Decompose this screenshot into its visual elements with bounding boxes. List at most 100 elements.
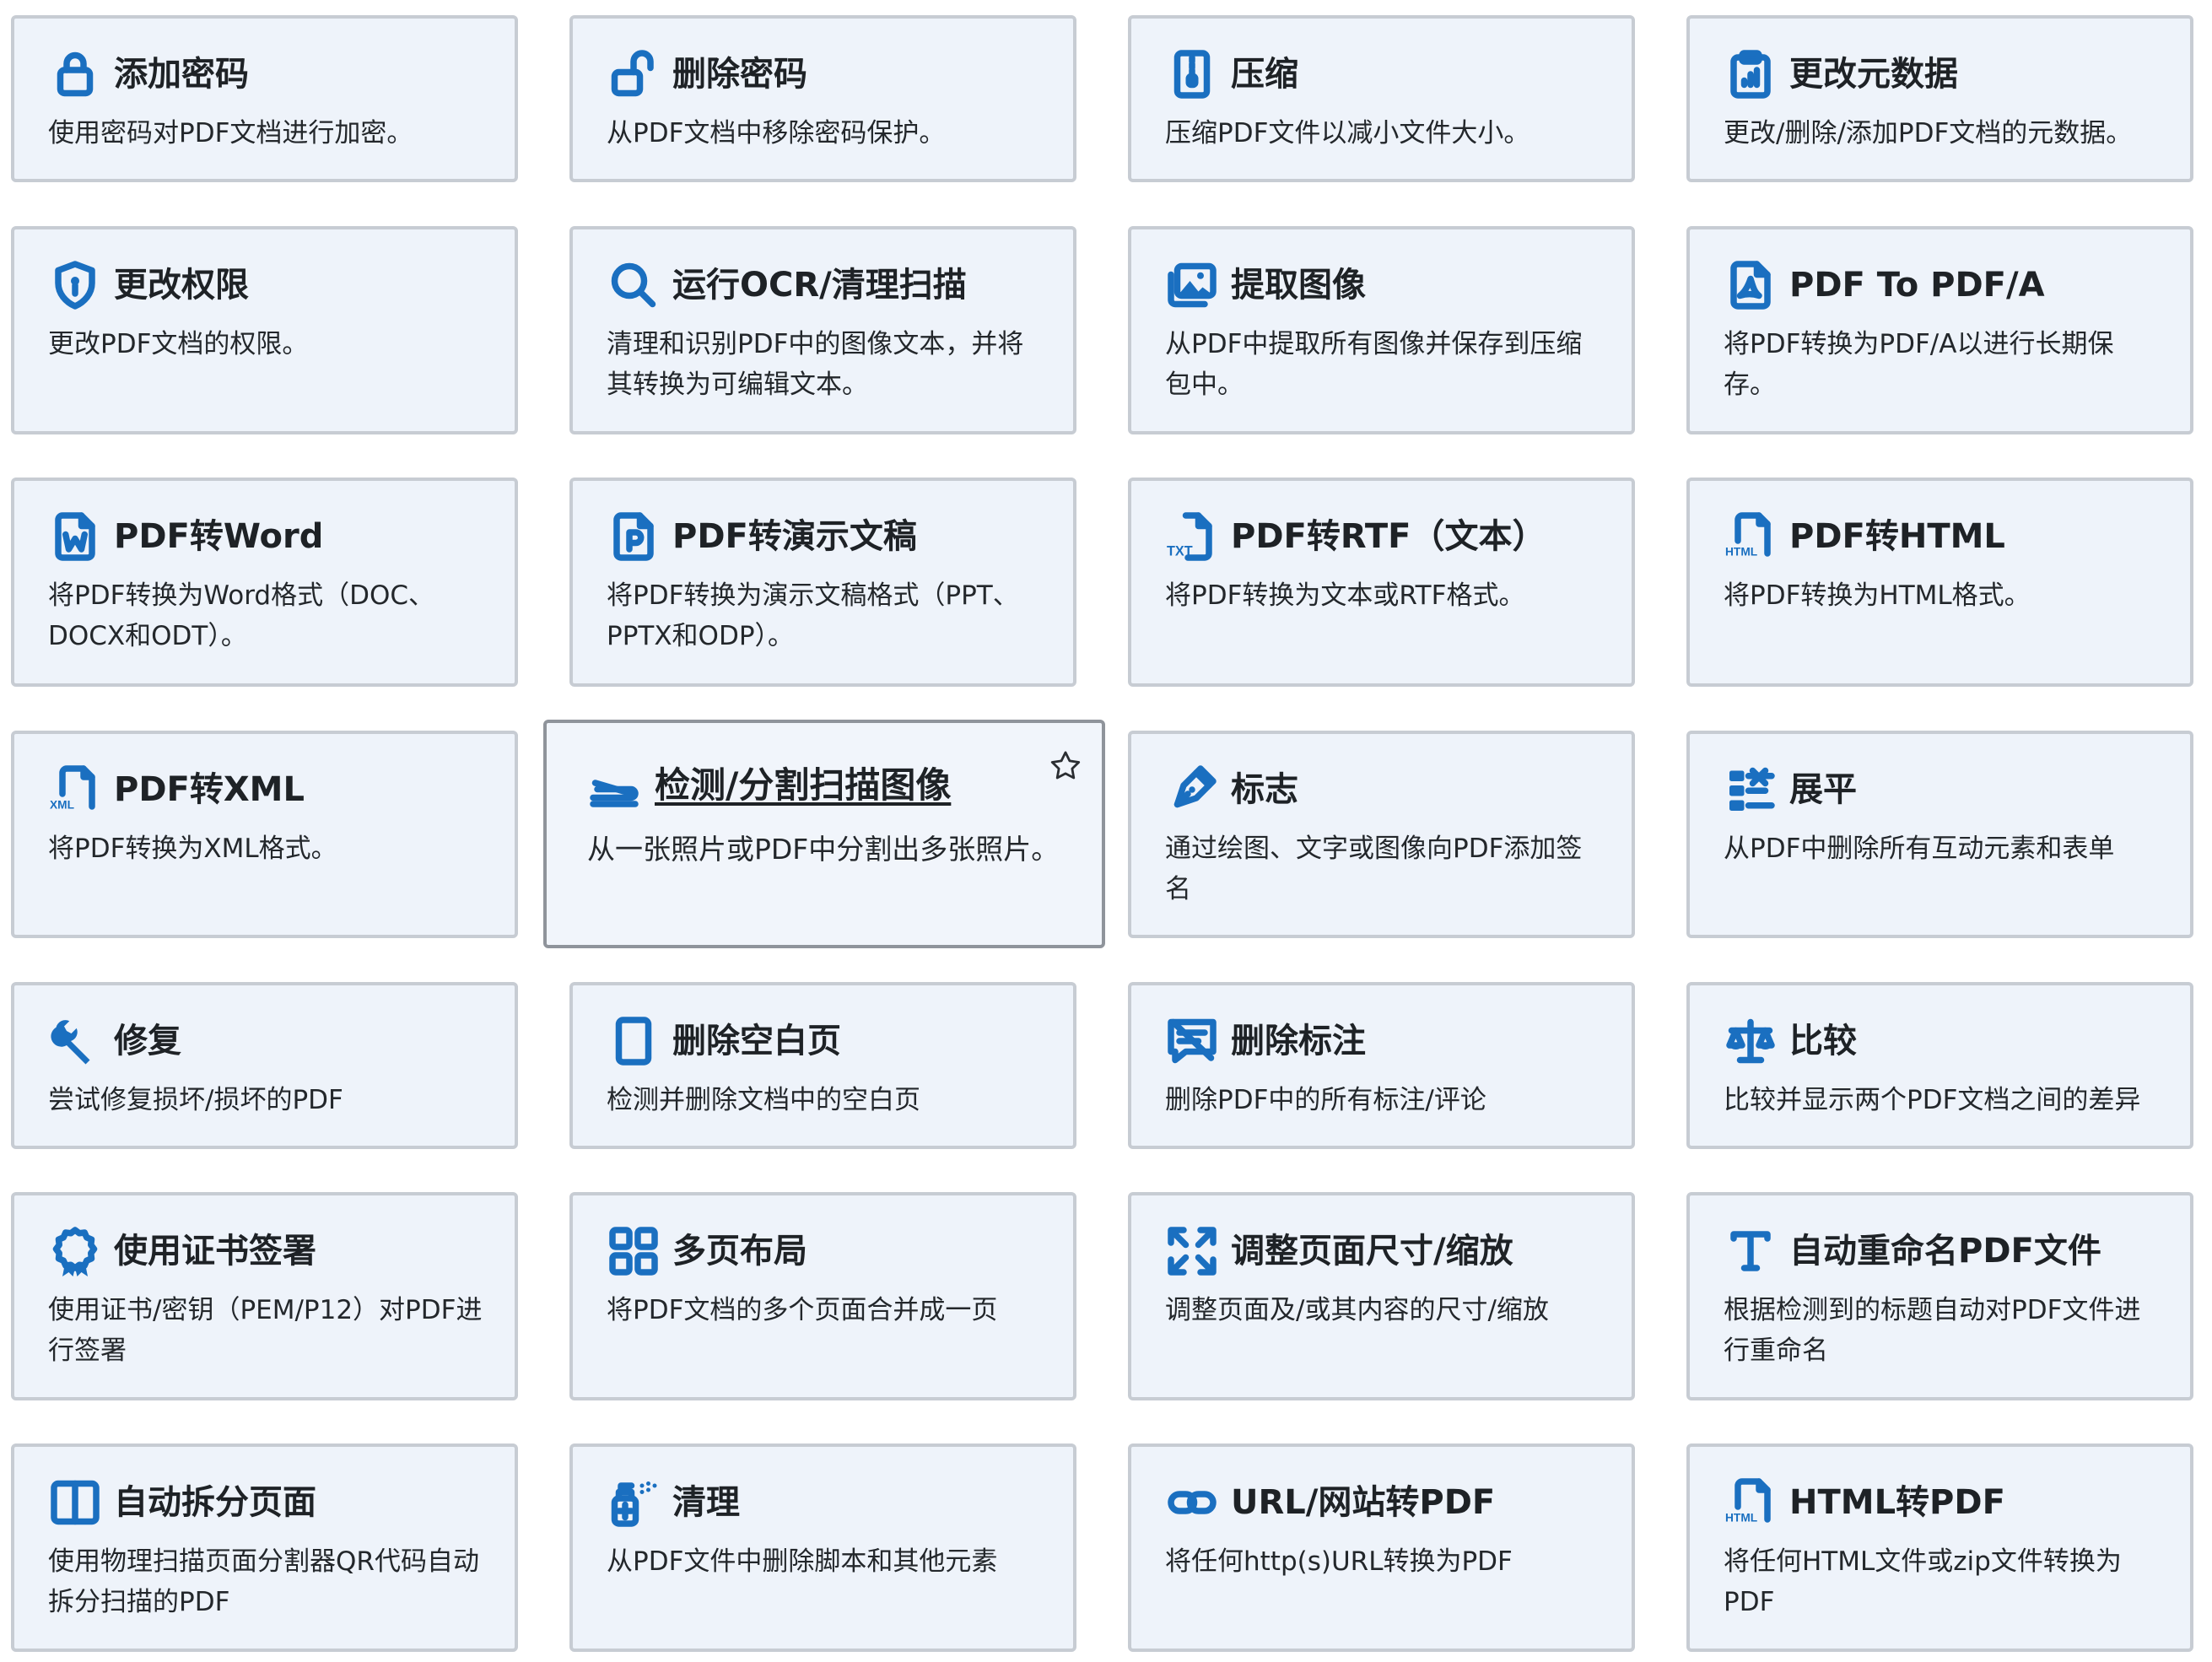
scale-icon	[1724, 1014, 1778, 1068]
tool-title: 删除标注	[1231, 1022, 1366, 1060]
pdf-file-icon	[1724, 258, 1778, 312]
tool-title: 更改元数据	[1789, 55, 1958, 94]
tool-card-cert-sign[interactable]: 使用证书签署 使用证书/密钥（PEM/P12）对PDF进行签署	[11, 1192, 518, 1400]
images-icon	[1165, 258, 1219, 312]
pen-nib-icon	[1165, 763, 1219, 817]
tool-card-remove-annotations[interactable]: 删除标注 删除PDF中的所有标注/评论	[1128, 982, 1635, 1149]
wrench-icon	[48, 1014, 102, 1068]
tool-card-pdf-to-xml[interactable]: XML PDF转XML 将PDF转换为XML格式。	[11, 731, 518, 938]
tool-description: 压缩PDF文件以减小文件大小。	[1165, 118, 1530, 148]
split-icon	[48, 1476, 102, 1530]
tool-description: 更改PDF文档的权限。	[48, 329, 309, 359]
tool-description: 删除PDF中的所有标注/评论	[1165, 1085, 1486, 1115]
tool-card-sanitize[interactable]: 清理 从PDF文件中删除脚本和其他元素	[569, 1443, 1076, 1652]
tool-description: 使用证书/密钥（PEM/P12）对PDF进行签署	[48, 1295, 483, 1366]
tool-title: 自动拆分页面	[114, 1483, 316, 1522]
tool-card-ocr[interactable]: 运行OCR/清理扫描 清理和识别PDF中的图像文本，并将其转换为可编辑文本。	[569, 226, 1076, 434]
comment-remove-icon	[1165, 1014, 1219, 1068]
tool-card-add-password[interactable]: 添加密码 使用密码对PDF文档进行加密。	[11, 15, 518, 182]
zip-file-icon	[1165, 47, 1219, 101]
checklist-icon	[1724, 763, 1778, 817]
tool-title: 删除空白页	[672, 1022, 841, 1060]
svg-text:HTML: HTML	[1725, 546, 1757, 558]
star-icon[interactable]	[1048, 748, 1083, 784]
tool-title: PDF转XML	[114, 770, 305, 809]
txt-file-icon: TXT	[1165, 510, 1219, 564]
tool-card-auto-rename[interactable]: 自动重命名PDF文件 根据检测到的标题自动对PDF文件进行重命名	[1686, 1192, 2193, 1400]
tool-title: 标志	[1231, 770, 1298, 809]
tool-description: 从一张照片或PDF中分割出多张照片。	[587, 833, 1060, 866]
svg-text:TXT: TXT	[1167, 544, 1193, 559]
svg-text:HTML: HTML	[1725, 1512, 1757, 1524]
type-icon	[1724, 1224, 1778, 1278]
tool-card-pdf-to-pdfa[interactable]: PDF To PDF/A 将PDF转换为PDF/A以进行长期保存。	[1686, 226, 2193, 434]
ppt-file-icon	[607, 510, 661, 564]
grid-icon	[607, 1224, 661, 1278]
tool-description: 从PDF中提取所有图像并保存到压缩包中。	[1165, 329, 1583, 400]
scanner-icon	[587, 760, 641, 814]
tool-title: 删除密码	[672, 55, 807, 94]
lock-icon	[48, 47, 102, 101]
tool-title: 比较	[1789, 1022, 1857, 1060]
tool-card-scale-pages[interactable]: 调整页面尺寸/缩放 调整页面及/或其内容的尺寸/缩放	[1128, 1192, 1635, 1400]
tool-description: 将PDF转换为文本或RTF格式。	[1165, 580, 1525, 611]
tool-card-compare[interactable]: 比较 比较并显示两个PDF文档之间的差异	[1686, 982, 2193, 1149]
award-icon	[48, 1224, 102, 1278]
tool-title: 使用证书签署	[114, 1232, 316, 1271]
expand-icon	[1165, 1224, 1219, 1278]
word-file-icon	[48, 510, 102, 564]
tool-grid: 添加密码 使用密码对PDF文档进行加密。 删除密码 从PDF文档中移除密码保护。…	[0, 0, 2212, 1662]
xml-file-icon: XML	[48, 763, 102, 817]
tool-title: PDF转RTF（文本）	[1231, 517, 1546, 556]
tool-title: PDF转Word	[114, 517, 324, 556]
tool-card-html-to-pdf[interactable]: HTML HTML转PDF 将任何HTML文件或zip文件转换为PDF	[1686, 1443, 2193, 1652]
tool-title: 提取图像	[1231, 266, 1366, 305]
tool-title: HTML转PDF	[1789, 1483, 2005, 1522]
shield-lock-icon	[48, 258, 102, 312]
tool-description: 通过绘图、文字或图像向PDF添加签名	[1165, 834, 1583, 904]
tool-card-url-to-pdf[interactable]: URL/网站转PDF 将任何http(s)URL转换为PDF	[1128, 1443, 1635, 1652]
tool-card-pdf-to-word[interactable]: PDF转Word 将PDF转换为Word格式（DOC、DOCX和ODT）。	[11, 478, 518, 687]
tool-title: PDF To PDF/A	[1789, 266, 2045, 305]
tool-title: 压缩	[1231, 55, 1298, 94]
tool-description: 将PDF转换为PDF/A以进行长期保存。	[1724, 329, 2114, 400]
tool-description: 检测并删除文档中的空白页	[607, 1085, 920, 1115]
tool-title: 添加密码	[114, 55, 249, 94]
tool-title: 自动重命名PDF文件	[1789, 1232, 2101, 1271]
tool-card-remove-blanks[interactable]: 删除空白页 检测并删除文档中的空白页	[569, 982, 1076, 1149]
spray-icon	[607, 1476, 661, 1530]
tool-card-pdf-to-rtf[interactable]: TXT PDF转RTF（文本） 将PDF转换为文本或RTF格式。	[1128, 478, 1635, 687]
tool-title: 检测/分割扫描图像	[655, 764, 952, 806]
clipboard-data-icon	[1724, 47, 1778, 101]
unlock-icon	[607, 47, 661, 101]
tool-description: 将PDF转换为演示文稿格式（PPT、PPTX和ODP）。	[607, 580, 1019, 651]
tool-card-repair[interactable]: 修复 尝试修复损坏/损坏的PDF	[11, 982, 518, 1149]
tool-card-permissions[interactable]: 更改权限 更改PDF文档的权限。	[11, 226, 518, 434]
svg-text:XML: XML	[50, 799, 74, 812]
tool-description: 尝试修复损坏/损坏的PDF	[48, 1085, 343, 1115]
blank-page-icon	[607, 1014, 661, 1068]
tool-card-sign[interactable]: 标志 通过绘图、文字或图像向PDF添加签名	[1128, 731, 1635, 938]
tool-title: 运行OCR/清理扫描	[672, 266, 967, 305]
tool-description: 使用密码对PDF文档进行加密。	[48, 118, 413, 148]
html-file-icon: HTML	[1724, 510, 1778, 564]
tool-card-flatten[interactable]: 展平 从PDF中删除所有互动元素和表单	[1686, 731, 2193, 938]
tool-description: 调整页面及/或其内容的尺寸/缩放	[1165, 1295, 1549, 1325]
tool-title: URL/网站转PDF	[1231, 1483, 1496, 1522]
tool-description: 将PDF转换为Word格式（DOC、DOCX和ODT）。	[48, 580, 434, 651]
tool-card-metadata[interactable]: 更改元数据 更改/删除/添加PDF文档的元数据。	[1686, 15, 2193, 182]
tool-card-remove-password[interactable]: 删除密码 从PDF文档中移除密码保护。	[569, 15, 1076, 182]
tool-card-multi-page-layout[interactable]: 多页布局 将PDF文档的多个页面合并成一页	[569, 1192, 1076, 1400]
tool-card-auto-split[interactable]: 自动拆分页面 使用物理扫描页面分割器QR代码自动拆分扫描的PDF	[11, 1443, 518, 1652]
tool-card-compress[interactable]: 压缩 压缩PDF文件以减小文件大小。	[1128, 15, 1635, 182]
tool-title: 多页布局	[672, 1232, 807, 1271]
tool-description: 将PDF转换为HTML格式。	[1724, 580, 2031, 611]
tool-card-pdf-to-html[interactable]: HTML PDF转HTML 将PDF转换为HTML格式。	[1686, 478, 2193, 687]
tool-card-extract-images[interactable]: 提取图像 从PDF中提取所有图像并保存到压缩包中。	[1128, 226, 1635, 434]
tool-description: 清理和识别PDF中的图像文本，并将其转换为可编辑文本。	[607, 329, 1024, 400]
html-file-icon: HTML	[1724, 1476, 1778, 1530]
tool-title: 调整页面尺寸/缩放	[1231, 1232, 1513, 1271]
tool-card-split-scans[interactable]: 检测/分割扫描图像 从一张照片或PDF中分割出多张照片。	[543, 720, 1105, 948]
tool-title: 修复	[114, 1022, 181, 1060]
tool-card-pdf-to-presentation[interactable]: PDF转演示文稿 将PDF转换为演示文稿格式（PPT、PPTX和ODP）。	[569, 478, 1076, 687]
